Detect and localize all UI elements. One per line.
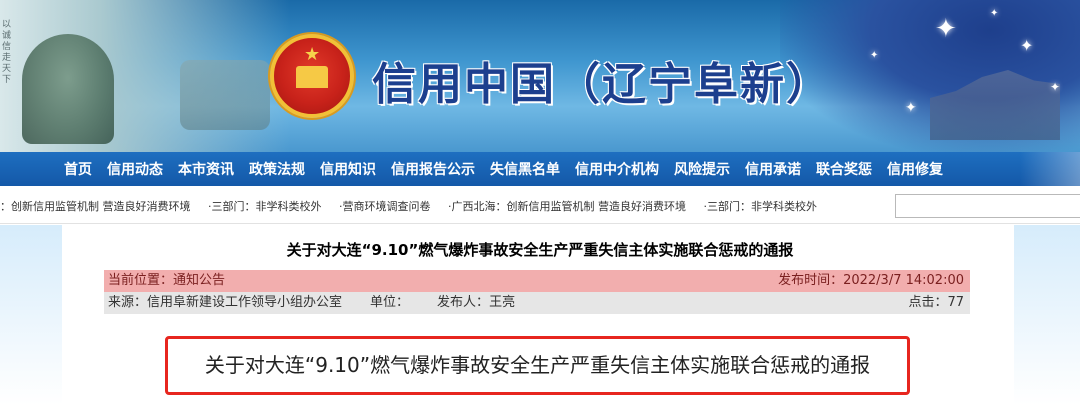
clicks-label: 点击： bbox=[908, 295, 948, 310]
publisher-value: 王亮 bbox=[489, 295, 516, 310]
publish-time: 发布时间：2022/3/7 14:02:00 bbox=[778, 270, 964, 292]
tiananmen-icon bbox=[296, 66, 328, 88]
article-meta-bar: 来源：信用阜新建设工作领导小组办公室 单位： 发布人：王亮 点击：77 bbox=[104, 292, 970, 314]
search-input[interactable] bbox=[895, 194, 1080, 218]
nav-item-credit-knowledge[interactable]: 信用知识 bbox=[320, 159, 376, 179]
clicks-value: 77 bbox=[947, 295, 964, 310]
ticker-item[interactable]: ·三部门：非学科类校外 bbox=[208, 200, 322, 213]
bronze-vessel-image bbox=[22, 34, 114, 144]
nav-item-risk-alert[interactable]: 风险提示 bbox=[674, 159, 730, 179]
nav-item-agencies[interactable]: 信用中介机构 bbox=[575, 159, 659, 179]
publish-time-value: 2022/3/7 14:02:00 bbox=[843, 273, 964, 288]
nav-item-policies[interactable]: 政策法规 bbox=[249, 159, 305, 179]
unit-label: 单位： bbox=[370, 295, 410, 310]
source-value: 信用阜新建设工作领导小组办公室 bbox=[147, 295, 343, 310]
nav-item-credit-report[interactable]: 信用报告公示 bbox=[391, 159, 475, 179]
bronze-vessel-image-2 bbox=[180, 60, 270, 130]
sparkle-icon: ✦ bbox=[905, 100, 917, 116]
sparkle-icon: ✦ bbox=[935, 14, 957, 44]
site-title: 信用中国（辽宁阜新） bbox=[372, 59, 832, 110]
click-count: 点击：77 bbox=[908, 292, 964, 314]
nav-item-local-news[interactable]: 本市资讯 bbox=[178, 159, 234, 179]
ticker-item[interactable]: ：创新信用监管机制 营造良好消费环境 bbox=[0, 200, 191, 213]
sparkle-icon: ✦ bbox=[990, 8, 999, 19]
highlighted-title-callout: 关于对大连“9.10”燃气爆炸事故安全生产严重失信主体实施联合惩戒的通报 bbox=[165, 336, 910, 395]
ticker-item[interactable]: ·三部门：非学科类校外 bbox=[704, 200, 818, 213]
sparkle-icon: ✦ bbox=[870, 50, 879, 61]
nav-item-home[interactable]: 首页 bbox=[64, 159, 92, 179]
sparkle-icon: ✦ bbox=[1050, 80, 1061, 94]
ticker-items: ：创新信用监管机制 营造良好消费环境 ·三部门：非学科类校外 ·营商环境调查问卷… bbox=[0, 198, 890, 214]
article-headline: 关于对大连“9.10”燃气爆炸事故安全生产严重失信主体实施联合惩戒的通报 bbox=[286, 241, 794, 259]
site-banner: 以诚信走天下 ✦ ✦ ✦ ✦ ✦ ✦ ★ 信用中国（辽宁阜新） bbox=[0, 0, 1080, 152]
nav-item-credit-repair[interactable]: 信用修复 bbox=[887, 159, 943, 179]
publish-time-label: 发布时间： bbox=[778, 273, 844, 288]
nav-item-credit-news[interactable]: 信用动态 bbox=[107, 159, 163, 179]
nav-item-credit-commitment[interactable]: 信用承诺 bbox=[745, 159, 801, 179]
sparkle-icon: ✦ bbox=[1020, 36, 1034, 55]
emblem-star-icon: ★ bbox=[304, 44, 321, 65]
nav-wave-decoration bbox=[1020, 152, 1080, 186]
location-label: 当前位置： bbox=[108, 273, 174, 288]
publisher-label: 发布人： bbox=[437, 295, 490, 310]
nav-item-blacklist[interactable]: 失信黑名单 bbox=[490, 159, 560, 179]
breadcrumb-bar: 当前位置：通知公告 发布时间：2022/3/7 14:02:00 bbox=[104, 270, 970, 292]
article-side-decoration-right bbox=[1014, 225, 1080, 405]
ticker-item[interactable]: ·营商环境调查问卷 bbox=[339, 200, 431, 213]
national-emblem-icon: ★ bbox=[270, 34, 354, 118]
article-side-decoration-left bbox=[0, 225, 62, 405]
location-link[interactable]: 通知公告 bbox=[173, 273, 225, 288]
news-ticker: ：创新信用监管机制 营造良好消费环境 ·三部门：非学科类校外 ·营商环境调查问卷… bbox=[0, 186, 1080, 224]
source-label: 来源： bbox=[108, 295, 148, 310]
ticker-item[interactable]: ·广西北海：创新信用监管机制 营造良好消费环境 bbox=[448, 200, 686, 213]
main-nav: 首页 信用动态 本市资讯 政策法规 信用知识 信用报告公示 失信黑名单 信用中介… bbox=[0, 152, 1080, 186]
nav-item-rewards-penalties[interactable]: 联合奖惩 bbox=[816, 159, 872, 179]
banner-vertical-text: 以诚信走天下 bbox=[2, 20, 12, 85]
